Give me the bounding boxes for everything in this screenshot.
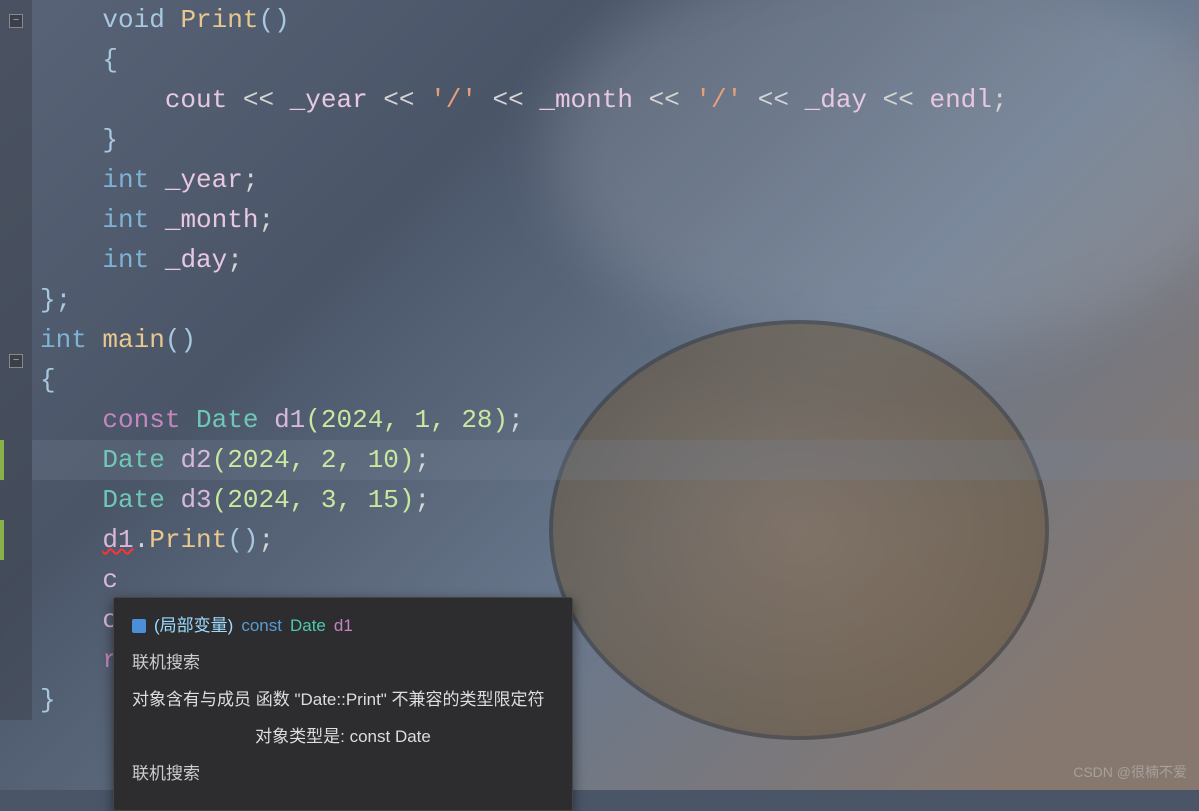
operator: << [477,85,539,115]
code-line[interactable]: cout << _year << '/' << _month << '/' <<… [32,80,1199,120]
member-var: _month [165,205,259,235]
code-line[interactable]: Date d2(2024, 2, 10); [32,440,1199,480]
tooltip-search-link[interactable]: 联机搜索 [132,649,554,678]
code-line[interactable]: d1.Print(); [32,520,1199,560]
function-name: Print [180,5,258,35]
parentheses: () [227,525,258,555]
semicolon: ; [415,445,431,475]
brace-open: { [102,45,118,75]
code-line[interactable]: }; [32,280,1199,320]
watermark: CSDN @很楠不爱 [1073,762,1187,782]
semicolon: ; [227,245,243,275]
arguments: (2024, 1, 28) [305,405,508,435]
variable: d1 [274,405,305,435]
keyword-type: int [102,165,149,195]
brace-close: } [102,125,118,155]
tooltip-error-message: 对象含有与成员 函数 "Date::Print" 不兼容的类型限定符 [132,686,554,715]
tooltip-variable-name: d1 [334,612,353,641]
arguments: (2024, 3, 15) [212,485,415,515]
code-line[interactable]: c [32,560,1199,600]
brace-open: { [40,365,56,395]
semicolon: ; [992,85,1008,115]
member-var: _year [165,165,243,195]
code-line[interactable]: { [32,360,1199,400]
member-var: _day [805,85,867,115]
keyword-type: int [102,245,149,275]
brace-close: }; [40,285,71,315]
editor-gutter: − − [0,0,32,720]
operator: << [368,85,430,115]
tooltip-error-detail: 对象类型是: const Date [132,723,554,752]
code-line[interactable]: void Print() [32,0,1199,40]
code-line[interactable]: { [32,40,1199,80]
code-line[interactable]: Date d3(2024, 3, 15); [32,480,1199,520]
hover-tooltip: (局部变量) const Date d1 联机搜索 对象含有与成员 函数 "Da… [113,597,573,811]
dot-operator: . [134,525,150,555]
fold-toggle-icon[interactable]: − [9,14,23,28]
tooltip-header: (局部变量) const Date d1 [132,612,554,641]
operator: << [633,85,695,115]
code-line[interactable]: int _month; [32,200,1199,240]
operator: << [227,85,289,115]
member-var: _month [539,85,633,115]
tooltip-const-keyword: const [241,612,282,641]
operator: << [867,85,929,115]
semicolon: ; [508,405,524,435]
variable: d3 [180,485,211,515]
keyword-const: const [102,405,180,435]
member-var: _year [290,85,368,115]
identifier: endl [929,85,991,115]
class-name: Date [196,405,258,435]
semicolon: ; [258,525,274,555]
semicolon: ; [258,205,274,235]
variable: d2 [180,445,211,475]
change-marker [0,440,4,480]
method-call: Print [149,525,227,555]
arguments: (2024, 2, 10) [212,445,415,475]
partial-identifier: c [102,565,118,595]
tooltip-scope-label: (局部变量) [154,612,233,641]
operator: << [742,85,804,115]
brace-close: } [40,685,56,715]
parentheses: () [165,325,196,355]
tooltip-search-link[interactable]: 联机搜索 [132,760,554,789]
cube-icon [132,619,146,633]
fold-toggle-icon[interactable]: − [9,354,23,368]
char-literal: '/' [430,85,477,115]
code-line[interactable]: } [32,120,1199,160]
code-line[interactable]: int main() [32,320,1199,360]
function-name: main [102,325,164,355]
identifier: cout [165,85,227,115]
parentheses: () [258,5,289,35]
code-line[interactable]: int _year; [32,160,1199,200]
semicolon: ; [415,485,431,515]
char-literal: '/' [695,85,742,115]
class-name: Date [102,445,164,475]
class-name: Date [102,485,164,515]
code-line[interactable]: int _day; [32,240,1199,280]
semicolon: ; [243,165,259,195]
keyword-type: int [102,205,149,235]
change-marker [0,520,4,560]
tooltip-type-name: Date [290,612,326,641]
variable-error: d1 [102,525,133,555]
keyword-type: int [40,325,87,355]
keyword-void: void [102,5,164,35]
code-line[interactable]: const Date d1(2024, 1, 28); [32,400,1199,440]
member-var: _day [165,245,227,275]
